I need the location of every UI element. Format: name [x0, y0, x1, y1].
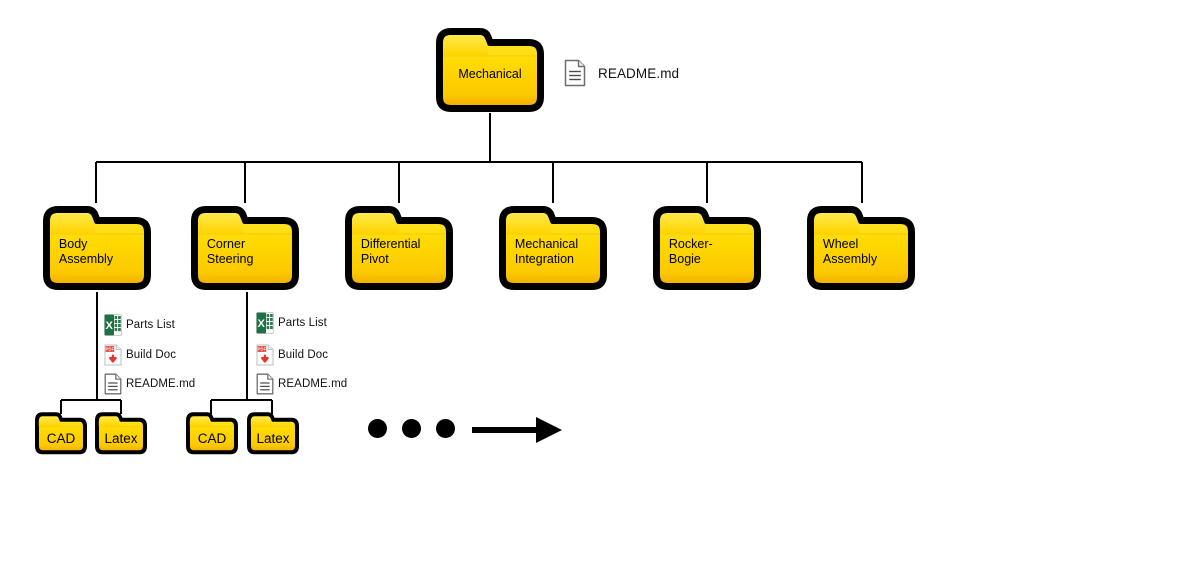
file-name: README.md — [278, 378, 348, 390]
pdf-icon: PDF — [256, 344, 274, 366]
file-readme-body[interactable]: README.md — [104, 373, 195, 395]
file-readme-corner[interactable]: README.md — [256, 373, 347, 395]
dot-icon — [368, 419, 387, 438]
folder-icon — [247, 412, 299, 455]
folder-icon — [43, 206, 151, 290]
file-parts-list-body[interactable]: X Parts List — [104, 314, 175, 336]
folder-body-latex[interactable]: Latex — [94, 411, 148, 455]
file-name: Build Doc — [126, 349, 177, 361]
excel-icon: X — [256, 312, 274, 334]
folder-icon — [35, 412, 87, 455]
file-build-doc-body[interactable]: PDF Build Doc — [104, 344, 176, 366]
file-name: Parts List — [126, 319, 175, 331]
folder-rocker-bogie[interactable]: Rocker- Bogie — [651, 203, 763, 292]
folder-icon — [499, 206, 607, 290]
excel-icon: X — [104, 314, 122, 336]
folder-corner-steering[interactable]: Corner Steering — [189, 203, 301, 292]
file-name: Parts List — [278, 317, 327, 329]
folder-corner-cad[interactable]: CAD — [185, 411, 239, 455]
dot-icon — [436, 419, 455, 438]
svg-text:PDF: PDF — [258, 347, 267, 352]
file-name: Build Doc — [278, 349, 329, 361]
svg-text:PDF: PDF — [106, 347, 115, 352]
file-name: README.md — [126, 378, 196, 390]
pdf-icon: PDF — [104, 344, 122, 366]
file-readme-root[interactable]: README.md — [564, 59, 679, 87]
folder-icon — [191, 206, 299, 290]
svg-text:X: X — [258, 318, 266, 330]
right-arrow-icon — [472, 417, 562, 443]
folder-icon — [345, 206, 453, 290]
folder-corner-latex[interactable]: Latex — [246, 411, 300, 455]
folder-icon — [436, 28, 544, 112]
folder-icon — [95, 412, 147, 455]
file-name: README.md — [598, 65, 680, 81]
folder-icon — [186, 412, 238, 455]
folder-icon — [807, 206, 915, 290]
svg-text:X: X — [106, 320, 114, 332]
ellipsis-dots — [368, 419, 455, 438]
dot-icon — [402, 419, 421, 438]
file-parts-list-corner[interactable]: X Parts List — [256, 312, 327, 334]
folder-body-cad[interactable]: CAD — [34, 411, 88, 455]
document-icon — [104, 373, 122, 395]
folder-mechanical-integration[interactable]: Mechanical Integration — [497, 203, 609, 292]
folder-icon — [653, 206, 761, 290]
folder-differential-pivot[interactable]: Differential Pivot — [343, 203, 455, 292]
folder-body-assembly[interactable]: Body Assembly — [41, 203, 153, 292]
file-build-doc-corner[interactable]: PDF Build Doc — [256, 344, 328, 366]
diagram-canvas: Mechanical README.md Body Assembly Corne… — [0, 0, 1200, 583]
document-icon — [256, 373, 274, 395]
document-icon — [564, 59, 586, 87]
folder-mechanical[interactable]: Mechanical — [434, 25, 546, 114]
folder-wheel-assembly[interactable]: Wheel Assembly — [805, 203, 917, 292]
